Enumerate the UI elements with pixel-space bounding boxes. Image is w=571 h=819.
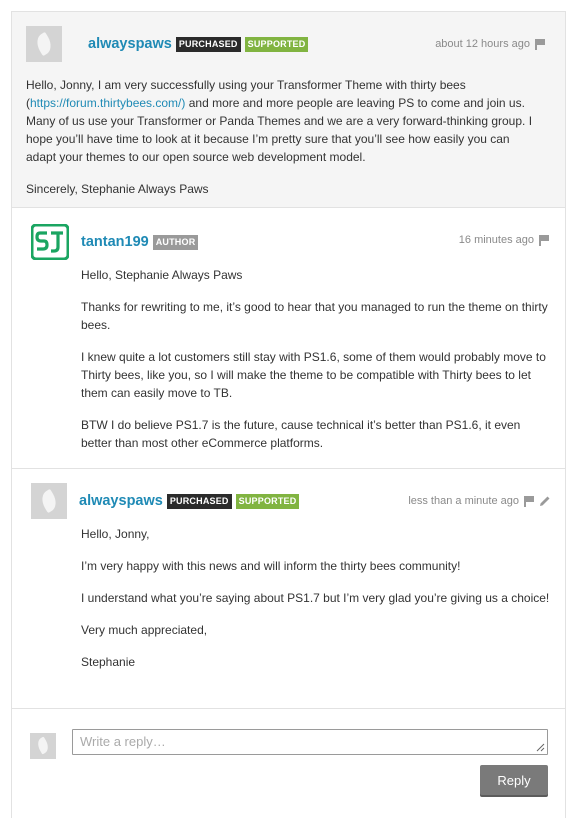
- comment-meta: about 12 hours ago: [435, 38, 545, 50]
- comment-body: Hello, Jonny, I’m very happy with this n…: [81, 525, 551, 671]
- comment-paragraph: Sincerely, Stephanie Always Paws: [26, 182, 209, 196]
- timestamp[interactable]: about 12 hours ago: [435, 38, 530, 50]
- purchased-badge: PURCHASED: [166, 493, 232, 509]
- author-badge: AUTHOR: [152, 234, 199, 250]
- flag-icon[interactable]: [524, 495, 534, 507]
- comment-meta: less than a minute ago: [408, 495, 551, 507]
- avatar-leaf-icon: [34, 736, 52, 755]
- timestamp[interactable]: 16 minutes ago: [459, 234, 534, 246]
- comment-paragraph: Very much appreciated,: [81, 623, 208, 637]
- comment-paragraph: Thanks for rewriting to me, it’s good to…: [81, 300, 548, 332]
- supported-badge: SUPPORTED: [244, 36, 309, 52]
- comment-paragraph: I’m very happy with this news and will i…: [81, 559, 461, 573]
- comment-meta: 16 minutes ago: [459, 234, 549, 246]
- username-link[interactable]: alwayspaws: [79, 493, 163, 509]
- avatar[interactable]: [31, 483, 67, 519]
- comment-body: Hello, Stephanie Always Paws Thanks for …: [81, 266, 551, 452]
- comment-paragraph: BTW I do believe PS1.7 is the future, ca…: [81, 418, 521, 450]
- st-logo-icon: [30, 223, 70, 261]
- comment-main: alwayspaws PURCHASED SUPPORTED about 12 …: [12, 12, 565, 208]
- reply-comment: alwayspaws PURCHASED SUPPORTED less than…: [12, 469, 565, 709]
- forum-link[interactable]: https://forum.thirtybees.com/): [30, 96, 185, 110]
- supported-badge: SUPPORTED: [235, 493, 300, 509]
- reply-button[interactable]: Reply: [480, 765, 548, 795]
- avatar-leaf-icon: [37, 488, 61, 514]
- flag-icon[interactable]: [539, 234, 549, 246]
- username-link[interactable]: alwayspaws: [88, 36, 172, 52]
- comment-thread: alwayspaws PURCHASED SUPPORTED about 12 …: [11, 11, 566, 818]
- pencil-icon[interactable]: [539, 495, 551, 507]
- reply-form: Reply: [12, 709, 565, 819]
- timestamp[interactable]: less than a minute ago: [408, 495, 519, 507]
- comment-paragraph: Hello, Stephanie Always Paws: [81, 268, 243, 282]
- avatar[interactable]: [26, 26, 62, 62]
- reply-input[interactable]: [72, 729, 548, 755]
- comment-paragraph: Hello, Jonny, I am very successfully usi…: [26, 76, 542, 166]
- purchased-badge: PURCHASED: [175, 36, 241, 52]
- comment-paragraph: I understand what you’re saying about PS…: [81, 591, 550, 605]
- comment-paragraph: Hello, Jonny,: [81, 527, 150, 541]
- username-link[interactable]: tantan199: [81, 234, 149, 250]
- avatar[interactable]: [30, 223, 70, 261]
- comment-paragraph: Stephanie: [81, 655, 136, 669]
- reply-comment: tantan199 AUTHOR 16 minutes ago Hello, S…: [12, 208, 565, 469]
- current-user-avatar: [30, 733, 56, 759]
- avatar-leaf-icon: [32, 31, 56, 57]
- flag-icon[interactable]: [535, 38, 545, 50]
- comment-paragraph: I knew quite a lot customers still stay …: [81, 350, 546, 400]
- comment-body: Hello, Jonny, I am very successfully usi…: [26, 76, 542, 198]
